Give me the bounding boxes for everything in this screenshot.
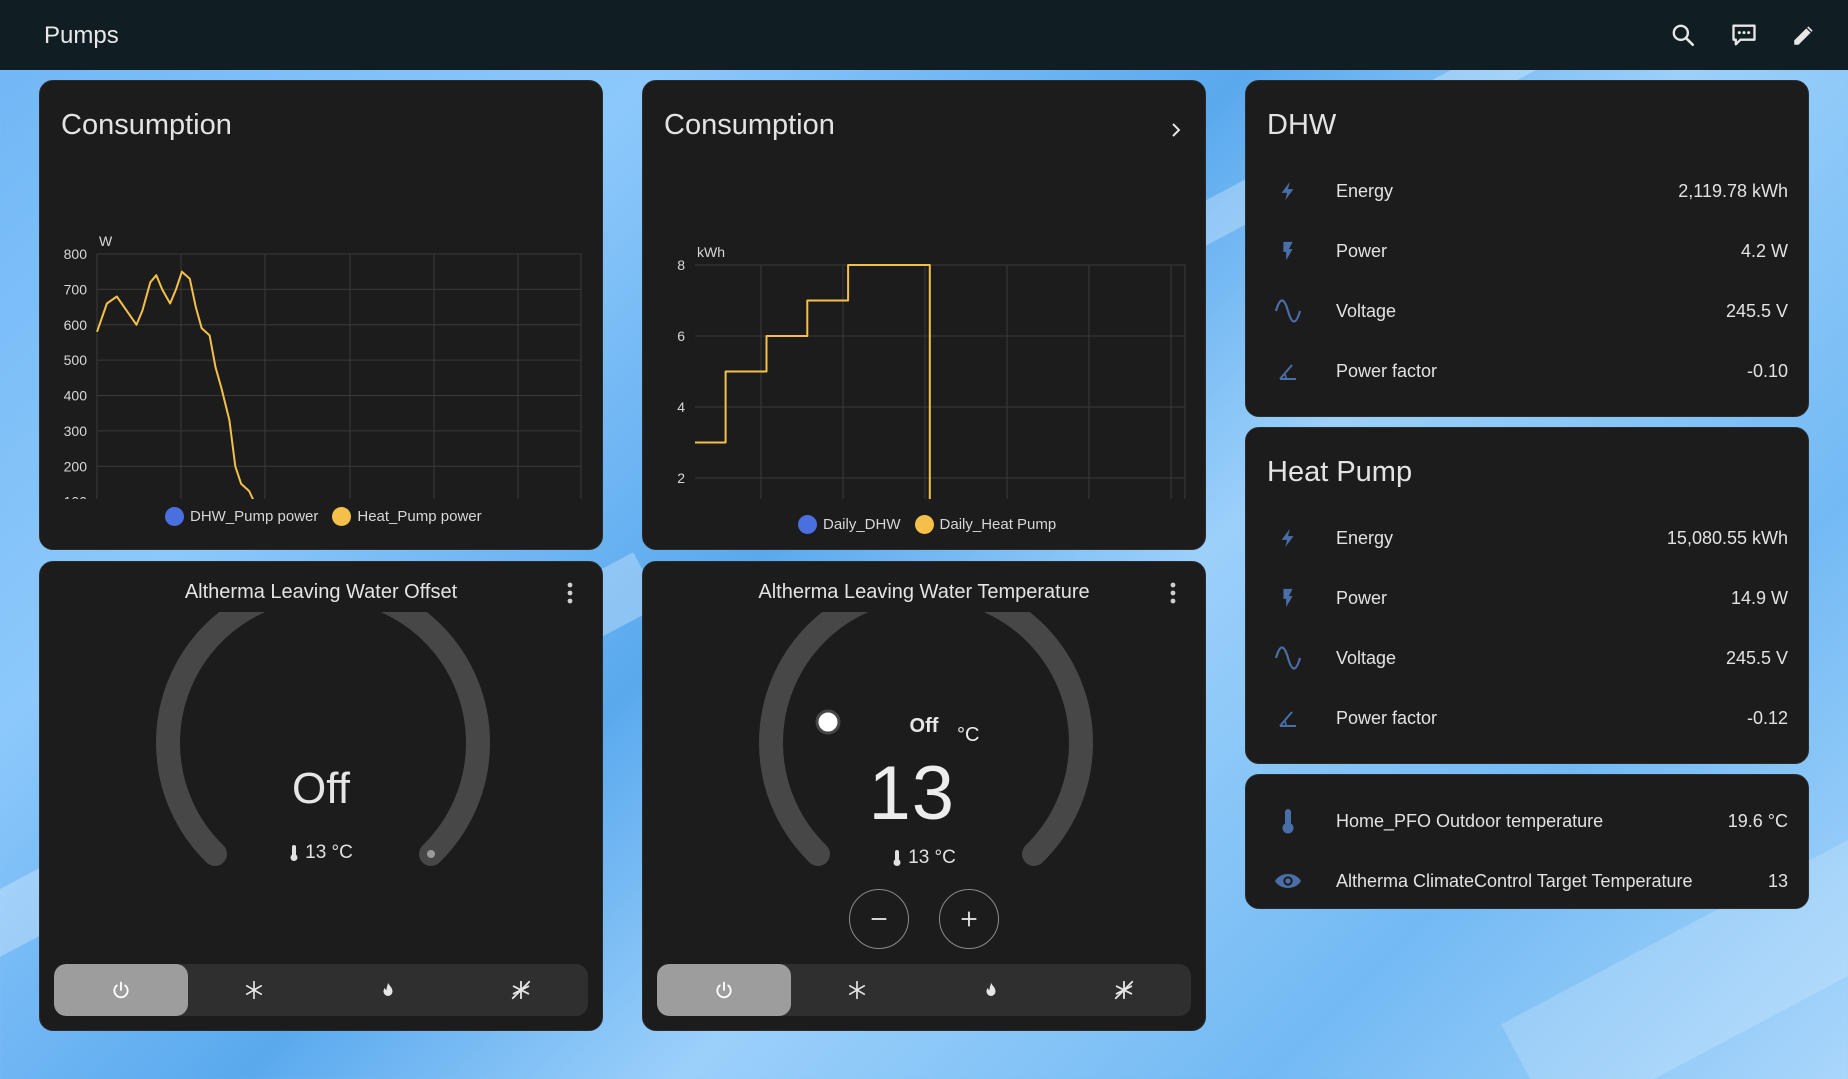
mode-heat-button[interactable]: [321, 964, 455, 1016]
y-tick-label: 600: [64, 317, 88, 333]
more-options-icon[interactable]: [1161, 578, 1185, 608]
entity-row-power[interactable]: Power 4.2 W: [1246, 231, 1808, 271]
y-axis-unit: kWh: [697, 244, 725, 260]
page-title: Pumps: [44, 22, 119, 49]
sine-wave-icon: [1274, 297, 1302, 325]
mode-auto-button[interactable]: [1058, 964, 1192, 1016]
y-tick-label: 700: [64, 281, 88, 297]
lightning-icon: [1274, 177, 1302, 205]
mode-heat-button[interactable]: [924, 964, 1058, 1016]
power-icon: [716, 981, 732, 999]
sine-wave-icon: [1274, 644, 1302, 672]
sun-snowflake-icon: [1115, 980, 1134, 1000]
mode-cool-button[interactable]: [791, 964, 925, 1016]
y-tick-label: 4: [677, 399, 685, 415]
mode-off-button[interactable]: [54, 964, 188, 1016]
fire-icon: [986, 982, 996, 996]
thermostat-title: Altherma Leaving Water Offset: [184, 581, 458, 603]
heatpump-entities-card: Heat Pump Energy 15,080.55 kWh Power 14.…: [1245, 427, 1809, 764]
thermostat-state: Off: [909, 715, 939, 737]
fire-icon: [383, 982, 393, 996]
entity-row-target-temperature[interactable]: Altherma ClimateControl Target Temperatu…: [1246, 861, 1808, 901]
misc-entities-card: Home_PFO Outdoor temperature 19.6 °C Alt…: [1245, 774, 1809, 909]
card-title: Consumption: [664, 109, 835, 141]
energy-chart[interactable]: 86420kWh4:00 PM8:00 PMJun 144:00 AM8:00 …: [643, 159, 1207, 499]
series-line-2[interactable]: [96, 270, 581, 499]
thermostat-offset-card: Altherma Leaving Water Offset Off 13 °C: [39, 561, 603, 1031]
card-title: Heat Pump: [1267, 456, 1413, 488]
series-line-2[interactable]: [695, 264, 1185, 499]
edit-icon[interactable]: [1787, 18, 1821, 52]
power-chart[interactable]: 8007006005004003002001000W12:00 PM4:00 P…: [40, 159, 604, 499]
y-tick-label: 800: [64, 246, 88, 262]
snowflake-icon: [849, 980, 866, 1000]
search-icon[interactable]: [1666, 18, 1700, 52]
snowflake-icon: [246, 980, 263, 1000]
minus-icon: [871, 918, 887, 920]
current-temperature: 13 °C: [40, 842, 602, 864]
assist-icon[interactable]: [1727, 18, 1761, 52]
entity-row-voltage[interactable]: Voltage 245.5 V: [1246, 638, 1808, 678]
entity-row-energy[interactable]: Energy 15,080.55 kWh: [1246, 518, 1808, 558]
angle-icon: [1274, 704, 1302, 732]
y-tick-label: 300: [64, 423, 88, 439]
y-tick-label: 200: [64, 458, 88, 474]
y-tick-label: 8: [677, 257, 685, 273]
y-tick-label: 2: [677, 470, 685, 486]
more-options-icon[interactable]: [558, 578, 582, 608]
thermometer-icon: [1274, 807, 1302, 835]
thermometer-icon: [893, 850, 901, 866]
lightning-icon: [1274, 524, 1302, 552]
y-tick-label: 400: [64, 388, 88, 404]
mode-cool-button[interactable]: [188, 964, 322, 1016]
card-title: DHW: [1267, 109, 1337, 141]
thermostat-temperature-card: Altherma Leaving Water Temperature Off 1…: [642, 561, 1206, 1031]
angle-icon: [1274, 357, 1302, 385]
legend-item-daily-heatpump[interactable]: Daily_Heat Pump: [914, 515, 1056, 534]
top-app-bar: Pumps: [0, 0, 1848, 70]
chevron-right-icon[interactable]: [1161, 115, 1191, 145]
y-tick-label: 500: [64, 352, 88, 368]
card-title: Consumption: [61, 109, 232, 141]
thermostat-title: Altherma Leaving Water Temperature: [758, 581, 1090, 603]
y-tick-label: 100: [64, 494, 88, 499]
entity-row-power-factor[interactable]: Power factor -0.12: [1246, 698, 1808, 738]
thermostat-state: Off: [292, 764, 350, 813]
consumption-power-card: Consumption 8007006005004003002001000W12…: [39, 80, 603, 550]
thermometer-icon: [290, 845, 298, 861]
entity-row-energy[interactable]: Energy 2,119.78 kWh: [1246, 171, 1808, 211]
flash-icon: [1274, 584, 1302, 612]
y-tick-label: 6: [677, 328, 685, 344]
eye-icon: [1274, 867, 1302, 895]
sun-snowflake-icon: [512, 980, 531, 1000]
chart-legend: Daily_DHW Daily_Heat Pump: [798, 515, 1056, 534]
entity-row-outdoor-temperature[interactable]: Home_PFO Outdoor temperature 19.6 °C: [1246, 801, 1808, 841]
flash-icon: [1274, 237, 1302, 265]
chart-legend: DHW_Pump power Heat_Pump power: [165, 507, 482, 526]
current-temperature: 13 °C: [643, 847, 1205, 869]
entity-row-power-factor[interactable]: Power factor -0.10: [1246, 351, 1808, 391]
decrease-button[interactable]: [849, 889, 909, 949]
consumption-energy-card: Consumption 86420kWh4:00 PM8:00 PMJun 14…: [642, 80, 1206, 550]
legend-item-dhw[interactable]: DHW_Pump power: [165, 507, 318, 526]
entity-row-voltage[interactable]: Voltage 245.5 V: [1246, 291, 1808, 331]
mode-auto-button[interactable]: [455, 964, 589, 1016]
hvac-mode-selector: [657, 964, 1191, 1016]
hvac-mode-selector: [54, 964, 588, 1016]
y-axis-unit: W: [99, 233, 113, 249]
mode-off-button[interactable]: [657, 964, 791, 1016]
legend-item-heatpump[interactable]: Heat_Pump power: [332, 507, 482, 526]
plus-icon: [961, 911, 977, 927]
dhw-entities-card: DHW Energy 2,119.78 kWh Power 4.2 W Volt…: [1245, 80, 1809, 417]
legend-item-daily-dhw[interactable]: Daily_DHW: [798, 515, 901, 534]
target-temperature: 13°C: [868, 724, 980, 836]
power-icon: [113, 981, 129, 999]
entity-row-power[interactable]: Power 14.9 W: [1246, 578, 1808, 618]
increase-button[interactable]: [939, 889, 999, 949]
